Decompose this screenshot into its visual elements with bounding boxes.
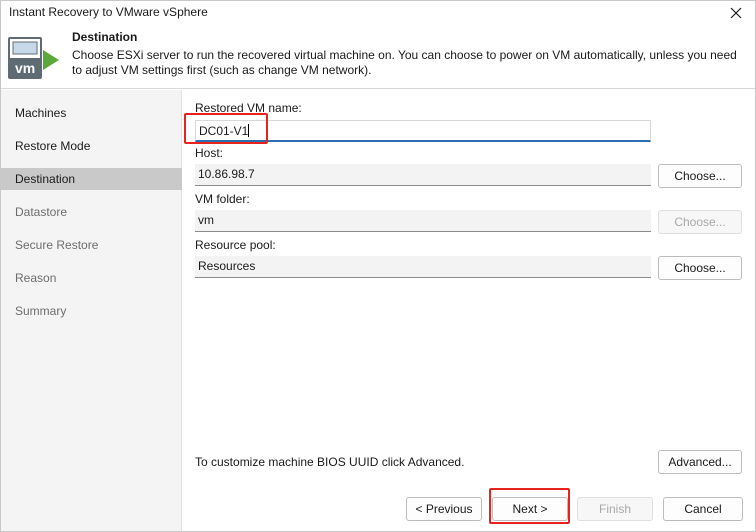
sidebar-item-summary[interactable]: Summary [1,300,182,322]
vm-name-label: Restored VM name: [195,101,302,115]
sidebar-item-machines[interactable]: Machines [1,102,182,124]
previous-button[interactable]: < Previous [406,497,482,521]
text-cursor [248,124,250,137]
resource-pool-field[interactable]: Resources [195,256,651,278]
resource-pool-label: Resource pool: [195,238,276,252]
close-button[interactable] [717,1,755,25]
sidebar-item-secure-restore[interactable]: Secure Restore [1,234,182,256]
next-button[interactable]: Next > [492,497,568,521]
advanced-button[interactable]: Advanced... [658,450,742,474]
host-choose-button[interactable]: Choose... [658,164,742,188]
sidebar-item-restore-mode[interactable]: Restore Mode [1,135,182,157]
advanced-hint: To customize machine BIOS UUID click Adv… [195,455,465,469]
vm-name-value: DC01-V1 [199,124,249,138]
vm-folder-label: VM folder: [195,192,250,206]
finish-button[interactable]: Finish [577,497,653,521]
host-label: Host: [195,146,224,160]
vm-name-input[interactable]: DC01-V1 [195,120,651,142]
sidebar-item-destination[interactable]: Destination [1,168,182,190]
cancel-button[interactable]: Cancel [663,497,743,521]
wizard-steps-sidebar: Machines Restore Mode Destination Datast… [1,90,182,531]
host-value: 10.86.98.7 [198,167,255,181]
title-bar: Instant Recovery to VMware vSphere [1,1,755,25]
wizard-window: Instant Recovery to VMware vSphere vm De… [0,0,756,532]
vm-icon: vm [8,37,59,79]
vm-folder-choose-button[interactable]: Choose... [658,210,742,234]
resource-pool-value: Resources [198,259,256,273]
host-field[interactable]: 10.86.98.7 [195,164,651,186]
step-description: Choose ESXi server to run the recovered … [72,48,737,77]
step-header: vm Destination Choose ESXi server to run… [1,25,755,89]
sidebar-item-datastore[interactable]: Datastore [1,201,182,223]
close-icon [730,7,742,19]
window-title: Instant Recovery to VMware vSphere [9,5,208,19]
vm-folder-field[interactable]: vm [195,210,651,232]
resource-pool-choose-button[interactable]: Choose... [658,256,742,280]
vm-folder-value: vm [198,213,214,227]
sidebar-item-reason[interactable]: Reason [1,267,182,289]
svg-text:vm: vm [15,60,35,76]
step-title: Destination [72,30,138,44]
